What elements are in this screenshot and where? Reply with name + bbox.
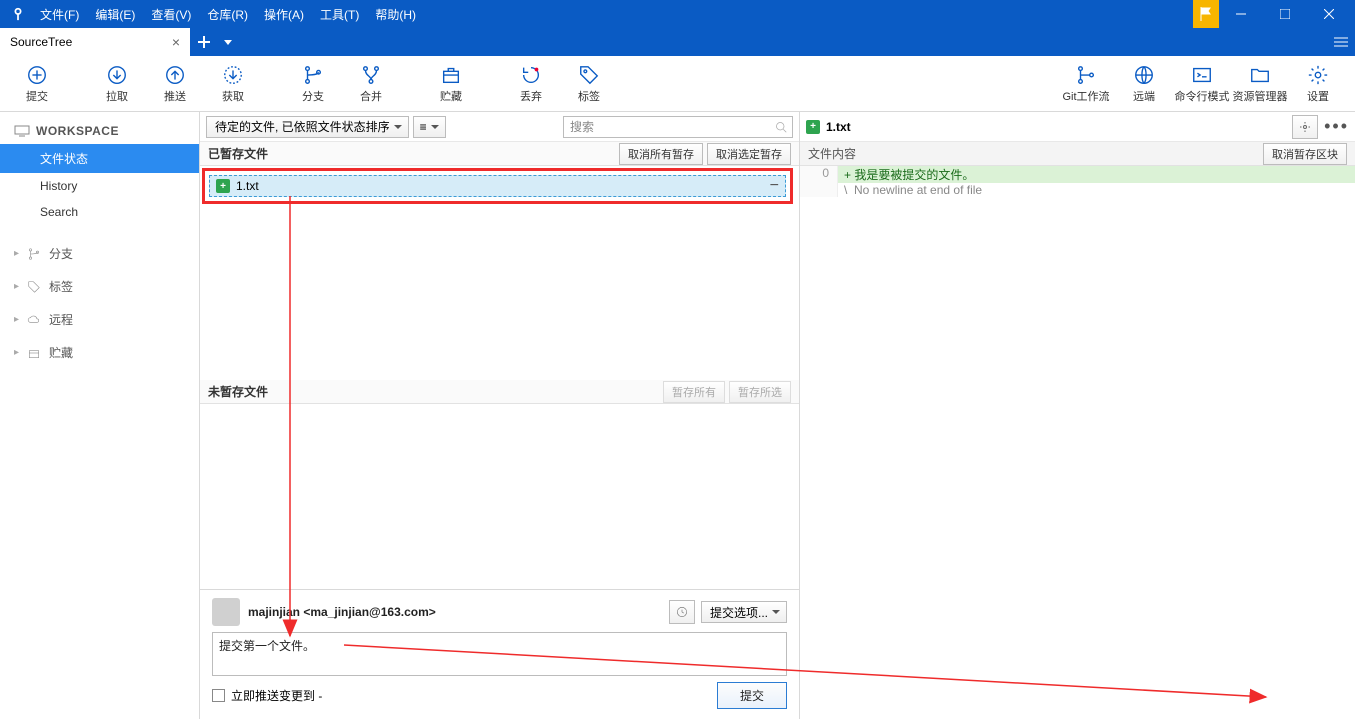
chevron-right-icon: ▸ xyxy=(14,248,19,259)
file-added-icon: + xyxy=(806,120,820,134)
settings-toolbar-button[interactable]: 设置 xyxy=(1289,59,1347,109)
staged-files-area: + 1.txt − xyxy=(200,166,799,380)
cloud-icon xyxy=(27,313,41,327)
stash-toolbar-button[interactable]: 贮藏 xyxy=(422,59,480,109)
remote-toolbar-button[interactable]: 远端 xyxy=(1115,59,1173,109)
sidebar-history[interactable]: History xyxy=(0,173,199,199)
staged-file-name: 1.txt xyxy=(236,179,259,193)
add-tab-button[interactable] xyxy=(190,28,218,56)
sidebar: WORKSPACE 文件状态 History Search ▸分支 ▸标签 ▸远… xyxy=(0,112,200,719)
search-icon xyxy=(775,121,787,133)
menu-tools[interactable]: 工具(T) xyxy=(312,2,367,27)
terminal-toolbar-button[interactable]: 命令行模式 xyxy=(1173,59,1231,109)
filter-bar: 待定的文件, 已依照文件状态排序 ≡ 搜索 xyxy=(200,112,799,142)
close-tab-icon[interactable]: × xyxy=(172,34,180,50)
gitflow-toolbar-button[interactable]: Git工作流 xyxy=(1057,59,1115,109)
search-input[interactable]: 搜索 xyxy=(563,116,793,138)
window-minimize-button[interactable] xyxy=(1219,0,1263,28)
push-toolbar-button[interactable]: 推送 xyxy=(146,59,204,109)
commit-options-combo[interactable]: 提交选项... xyxy=(701,601,787,623)
chevron-right-icon: ▸ xyxy=(14,281,19,292)
stash-icon xyxy=(27,346,41,360)
stage-all-button[interactable]: 暂存所有 xyxy=(663,381,725,403)
unstaged-header: 未暂存文件 暂存所有 暂存所选 xyxy=(200,380,799,404)
diff-line-meta: \ No newline at end of file xyxy=(800,183,1355,197)
workspace-header: WORKSPACE xyxy=(0,118,199,144)
menu-repo[interactable]: 仓库(R) xyxy=(199,2,256,27)
menu-view[interactable]: 查看(V) xyxy=(143,2,199,27)
tab-bar: SourceTree × xyxy=(0,28,1355,56)
app-logo-icon xyxy=(8,4,28,24)
branch-icon xyxy=(27,247,41,261)
toolbar: 提交 拉取 推送 获取 分支 合并 贮藏 丢弃 标签 Git工作流 远端 命令行… xyxy=(0,56,1355,112)
menu-edit[interactable]: 编辑(E) xyxy=(87,2,143,27)
menu-action[interactable]: 操作(A) xyxy=(256,2,312,27)
main-menu: 文件(F) 编辑(E) 查看(V) 仓库(R) 操作(A) 工具(T) 帮助(H… xyxy=(32,2,424,27)
commit-user: majinjian <ma_jinjian@163.com> xyxy=(248,605,436,619)
tag-icon xyxy=(27,280,41,294)
repo-tab[interactable]: SourceTree × xyxy=(0,28,190,56)
commit-toolbar-button[interactable]: 提交 xyxy=(8,59,66,109)
submit-commit-button[interactable]: 提交 xyxy=(717,682,787,709)
history-commit-icon[interactable] xyxy=(669,600,695,624)
stage-selected-button[interactable]: 暂存所选 xyxy=(729,381,791,403)
tab-menu-button[interactable] xyxy=(218,28,238,56)
sidebar-remotes[interactable]: ▸远程 xyxy=(0,303,199,336)
discard-hunk-button[interactable]: 取消暂存区块 xyxy=(1263,143,1347,165)
file-filter-combo[interactable]: 待定的文件, 已依照文件状态排序 xyxy=(206,116,409,138)
title-bar: 文件(F) 编辑(E) 查看(V) 仓库(R) 操作(A) 工具(T) 帮助(H… xyxy=(0,0,1355,28)
window-close-button[interactable] xyxy=(1307,0,1351,28)
push-immediately-label: 立即推送变更到 - xyxy=(231,687,322,704)
staged-header: 已暂存文件 取消所有暂存 取消选定暂存 xyxy=(200,142,799,166)
branch-toolbar-button[interactable]: 分支 xyxy=(284,59,342,109)
hamburger-icon[interactable] xyxy=(1327,28,1355,56)
diff-body: 0 + 我是要被提交的文件。 \ No newline at end of fi… xyxy=(800,166,1355,197)
unstaged-files-area xyxy=(200,404,799,589)
view-mode-combo[interactable]: ≡ xyxy=(413,116,446,138)
diff-more-icon[interactable]: ••• xyxy=(1324,116,1349,137)
fetch-toolbar-button[interactable]: 获取 xyxy=(204,59,262,109)
tag-toolbar-button[interactable]: 标签 xyxy=(560,59,618,109)
sidebar-branches[interactable]: ▸分支 xyxy=(0,237,199,270)
annotation-highlight-box: + 1.txt − xyxy=(202,168,793,204)
merge-toolbar-button[interactable]: 合并 xyxy=(342,59,400,109)
monitor-icon xyxy=(14,125,30,137)
menu-file[interactable]: 文件(F) xyxy=(32,2,87,27)
commit-area: majinjian <ma_jinjian@163.com> 提交选项... 立… xyxy=(200,589,799,719)
sidebar-file-status[interactable]: 文件状态 xyxy=(0,144,199,173)
discard-toolbar-button[interactable]: 丢弃 xyxy=(502,59,560,109)
commit-message-input[interactable] xyxy=(212,632,787,676)
unstage-selected-button[interactable]: 取消选定暂存 xyxy=(707,143,791,165)
diff-file-header: + 1.txt ••• xyxy=(800,112,1355,142)
diff-file-name: 1.txt xyxy=(826,120,851,134)
sidebar-search[interactable]: Search xyxy=(0,199,199,225)
diff-settings-icon[interactable] xyxy=(1292,115,1318,139)
explorer-toolbar-button[interactable]: 资源管理器 xyxy=(1231,59,1289,109)
user-avatar xyxy=(212,598,240,626)
diff-content-header: 文件内容 取消暂存区块 xyxy=(800,142,1355,166)
staged-file-row[interactable]: + 1.txt − xyxy=(209,175,786,197)
notification-flag-icon[interactable] xyxy=(1193,0,1219,28)
chevron-right-icon: ▸ xyxy=(14,314,19,325)
sidebar-tags[interactable]: ▸标签 xyxy=(0,270,199,303)
center-panel: 待定的文件, 已依照文件状态排序 ≡ 搜索 已暂存文件 取消所有暂存 取消选定暂… xyxy=(200,112,800,719)
sidebar-stashes[interactable]: ▸贮藏 xyxy=(0,336,199,369)
menu-help[interactable]: 帮助(H) xyxy=(367,2,424,27)
chevron-right-icon: ▸ xyxy=(14,347,19,358)
repo-tab-label: SourceTree xyxy=(10,35,72,49)
push-immediately-checkbox[interactable] xyxy=(212,689,225,702)
window-maximize-button[interactable] xyxy=(1263,0,1307,28)
file-added-icon: + xyxy=(216,179,230,193)
unstage-file-icon[interactable]: − xyxy=(770,177,779,195)
unstage-all-button[interactable]: 取消所有暂存 xyxy=(619,143,703,165)
pull-toolbar-button[interactable]: 拉取 xyxy=(88,59,146,109)
diff-panel: + 1.txt ••• 文件内容 取消暂存区块 0 + 我是要被提交的文件。 \… xyxy=(800,112,1355,719)
diff-line-added: 0 + 我是要被提交的文件。 xyxy=(800,166,1355,183)
